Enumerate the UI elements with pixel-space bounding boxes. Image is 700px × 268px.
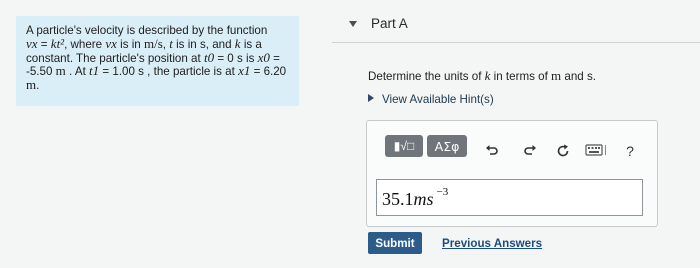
undo-icon[interactable]: [484, 143, 500, 159]
question-prompt: Determine the units of k in terms of m a…: [368, 68, 596, 83]
part-title: Part A: [371, 16, 408, 31]
reset-icon[interactable]: [555, 143, 571, 159]
math-answer-editor: ▮√□ ΑΣφ ? 35.1ms −3: [366, 120, 658, 227]
submit-button[interactable]: Submit: [368, 232, 422, 254]
symbols-button[interactable]: ΑΣφ: [427, 135, 467, 157]
answer-number: 35.1: [382, 189, 414, 209]
answer-input[interactable]: 35.1ms −3: [376, 179, 643, 216]
templates-button[interactable]: ▮√□: [385, 135, 423, 157]
previous-answers-link[interactable]: Previous Answers: [442, 237, 542, 250]
problem-statement: A particle's velocity is described by th…: [16, 16, 299, 106]
velocity-symbol: vx: [26, 35, 38, 51]
redo-icon[interactable]: [522, 143, 538, 159]
collapse-caret-icon[interactable]: [349, 21, 357, 27]
answer-unit: ms: [413, 189, 434, 209]
hints-label: View Available Hint(s): [382, 93, 494, 106]
problem-line-2: vx = kt², where vx is in m/s, t is in s,…: [26, 35, 262, 51]
view-hints-link[interactable]: View Available Hint(s): [368, 93, 494, 106]
expand-triangle-icon: [368, 94, 374, 102]
problem-line-4: -5.50 m . At t1 = 1.00 s , the particle …: [26, 63, 287, 79]
part-a-header[interactable]: Part A: [332, 0, 700, 43]
velocity-expression: kt²: [50, 35, 65, 51]
answer-exponent: −3: [436, 186, 449, 198]
keyboard-icon[interactable]: [585, 143, 607, 159]
problem-line-5: m.: [26, 77, 40, 93]
help-icon[interactable]: ?: [622, 143, 638, 159]
